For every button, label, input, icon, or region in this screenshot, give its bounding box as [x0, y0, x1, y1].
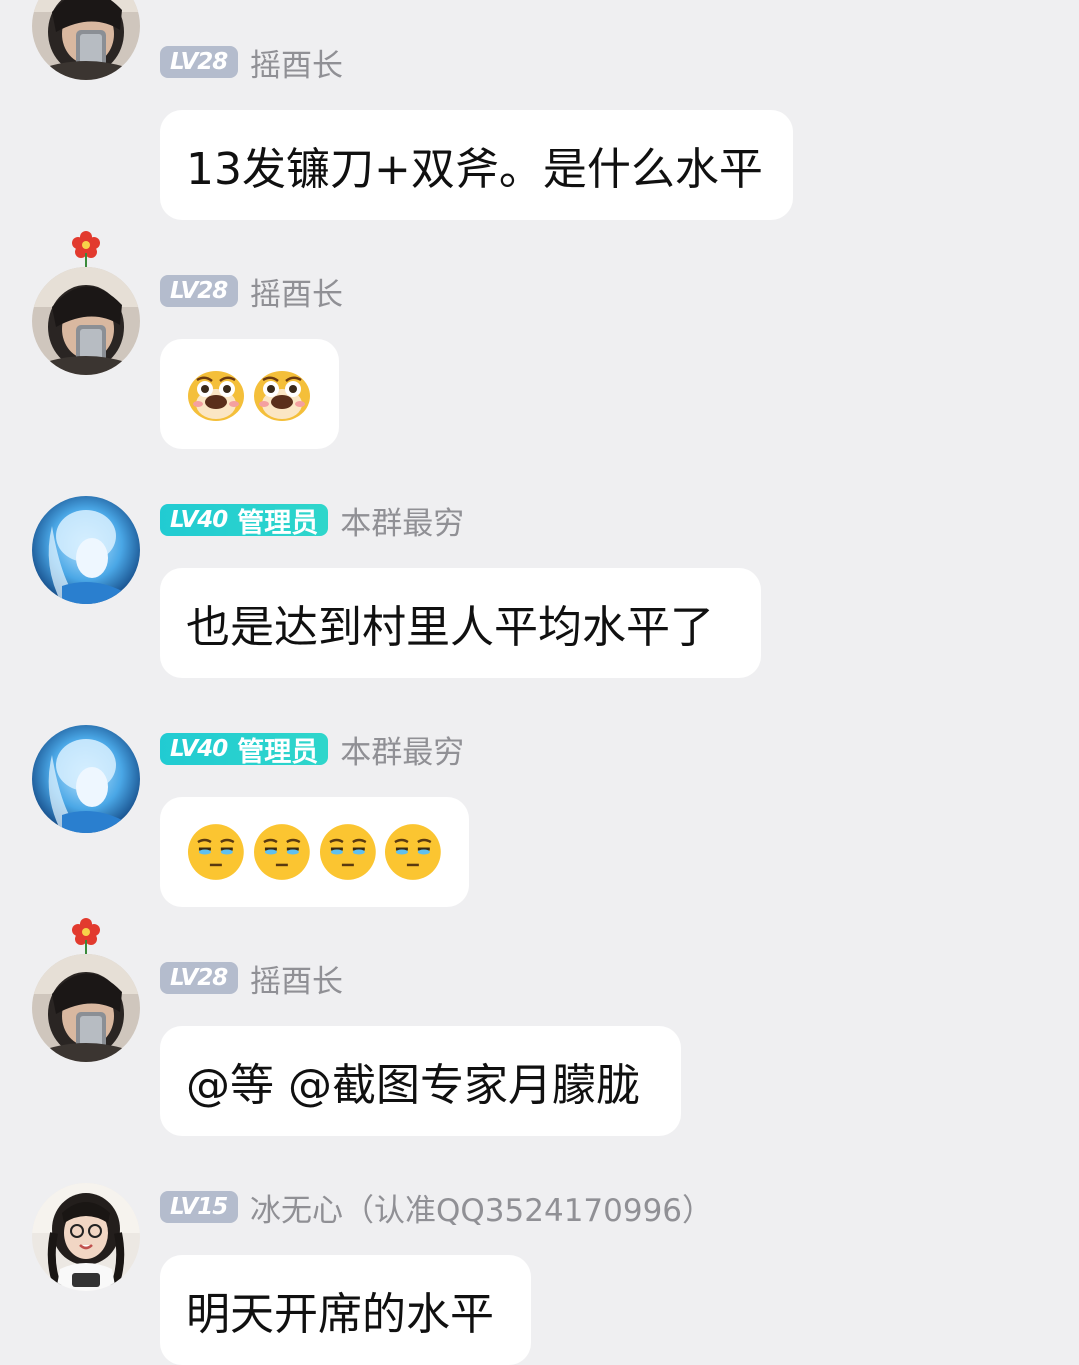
sender-meta: LV40 管理员 本群最穷	[160, 732, 464, 771]
level-text: LV15	[170, 1194, 228, 1220]
user-avatar	[32, 725, 140, 833]
message-row: LV15 冰无心（认准QQ3524170996） 明天开席的水平	[0, 1145, 1079, 1365]
user-avatar	[32, 0, 140, 80]
level-badge: LV28	[160, 275, 238, 307]
flower-decoration-icon	[72, 918, 100, 954]
unamused-face-emoji-icon	[385, 824, 442, 880]
message-text: 明天开席的水平	[186, 1289, 494, 1340]
sender-name[interactable]: 本群最穷	[340, 498, 464, 543]
sender-meta: LV28 摇酉长	[160, 274, 343, 313]
sender-meta: LV40 管理员 本群最穷	[160, 503, 464, 542]
sender-name[interactable]: 摇酉长	[250, 269, 343, 314]
avatar-wrap[interactable]	[32, 1145, 140, 1291]
sender-meta: LV28 摇酉长	[160, 45, 343, 84]
sender-name[interactable]: 本群最穷	[340, 727, 464, 772]
level-badge: LV28	[160, 962, 238, 994]
message-row: LV28 摇酉长 13发镰刀+双斧。是什么水平	[0, 0, 1079, 220]
dog-tearful-emoji-icon	[254, 371, 310, 421]
message-bubble[interactable]: @等 @截图专家月朦胧	[160, 1026, 681, 1136]
message-bubble[interactable]	[160, 339, 339, 449]
sender-meta: LV15 冰无心（认准QQ3524170996）	[160, 1190, 713, 1229]
message-row: LV40 管理员 本群最穷	[0, 687, 1079, 907]
sender-meta: LV28 摇酉长	[160, 961, 343, 1000]
avatar-wrap[interactable]	[32, 229, 140, 375]
message-bubble[interactable]: 也是达到村里人平均水平了	[160, 568, 761, 678]
sender-name[interactable]: 冰无心（认准QQ3524170996）	[250, 1185, 713, 1230]
avatar-wrap[interactable]	[32, 458, 140, 604]
message-bubble[interactable]: 明天开席的水平	[160, 1255, 531, 1365]
level-text: LV28	[170, 278, 228, 304]
sender-name[interactable]: 摇酉长	[250, 956, 343, 1001]
level-text: LV28	[170, 49, 228, 75]
level-badge: LV40 管理员	[160, 504, 329, 539]
flower-decoration-icon	[72, 231, 100, 267]
message-text: @等 @截图专家月朦胧	[186, 1060, 640, 1111]
dog-tearful-emoji-icon	[188, 371, 244, 421]
sender-name[interactable]: 摇酉长	[250, 40, 343, 85]
level-text: LV40	[170, 507, 228, 533]
message-row: LV28 摇酉长	[0, 229, 1079, 449]
user-avatar	[32, 496, 140, 604]
user-avatar	[32, 267, 140, 375]
unamused-face-emoji-icon	[187, 824, 244, 880]
avatar-wrap[interactable]	[32, 0, 140, 140]
level-text: LV40	[170, 736, 228, 762]
user-avatar	[32, 954, 140, 1062]
level-badge: LV15	[160, 1191, 238, 1223]
level-text: LV28	[170, 965, 228, 991]
avatar-wrap[interactable]	[32, 687, 140, 833]
unamused-face-emoji-icon	[319, 824, 376, 880]
avatar-wrap[interactable]	[32, 916, 140, 1062]
message-bubble[interactable]	[160, 797, 469, 907]
admin-role-label: 管理员	[237, 736, 319, 768]
message-bubble[interactable]: 13发镰刀+双斧。是什么水平	[160, 110, 793, 220]
level-badge: LV28	[160, 46, 238, 78]
user-avatar	[32, 1183, 140, 1291]
unamused-face-emoji-icon	[253, 824, 310, 880]
message-row: LV28 摇酉长 @等 @截图专家月朦胧	[0, 916, 1079, 1136]
message-text: 13发镰刀+双斧。是什么水平	[186, 144, 763, 195]
admin-role-label: 管理员	[237, 507, 319, 539]
message-text: 也是达到村里人平均水平了	[186, 602, 714, 653]
level-badge: LV40 管理员	[160, 733, 329, 768]
message-row: LV40 管理员 本群最穷 也是达到村里人平均水平了	[0, 458, 1079, 678]
